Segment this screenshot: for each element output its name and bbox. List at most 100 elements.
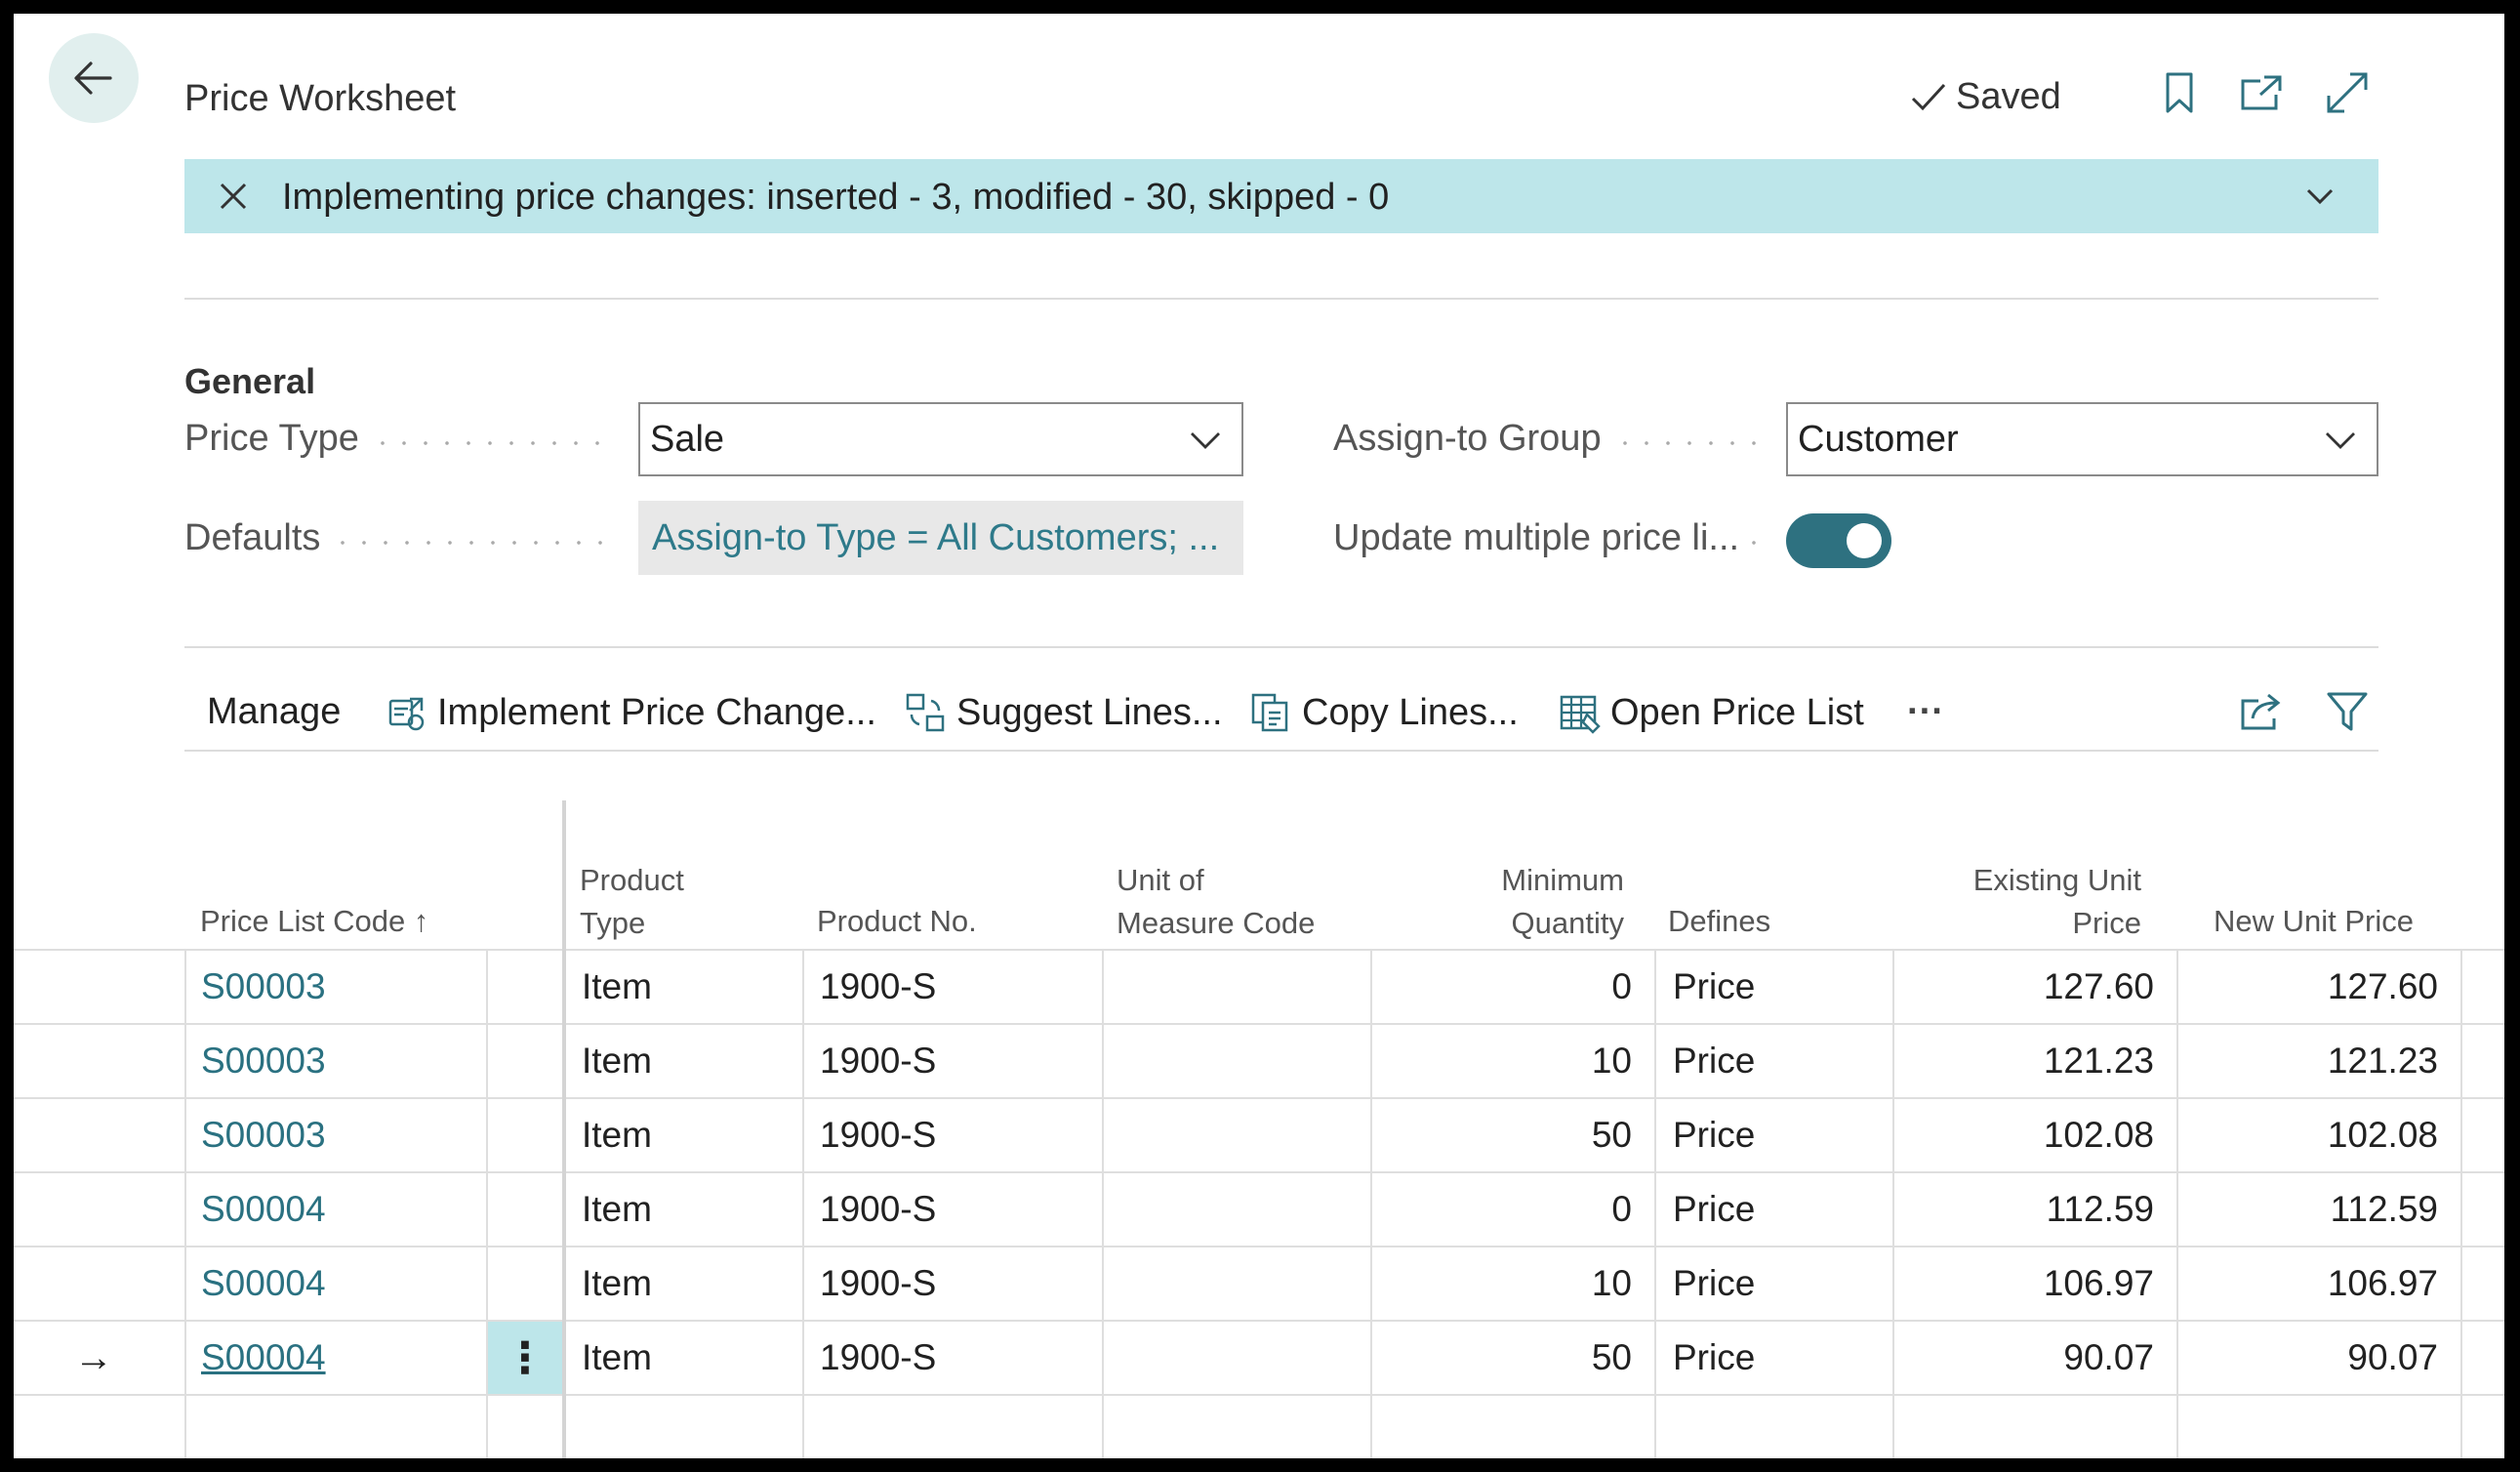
cell-existing-unit-price[interactable]: 90.07 (1902, 1322, 2154, 1394)
cell-existing-unit-price[interactable]: 112.59 (1902, 1173, 2154, 1246)
assign-to-group-value: Customer (1798, 418, 1959, 460)
row-actions-menu-button[interactable]: ⋮ (488, 1322, 562, 1394)
divider (184, 298, 2378, 300)
cell-minimum-quantity[interactable]: 0 (1380, 951, 1632, 1023)
cell-unit-of-measure[interactable] (1117, 1173, 1361, 1246)
cell-price-list-code[interactable]: S00004 (201, 1173, 474, 1246)
cell-existing-unit-price[interactable]: 127.60 (1902, 951, 2154, 1023)
cell-unit-of-measure[interactable] (1117, 1025, 1361, 1097)
cell-defines[interactable]: Price (1673, 1099, 1888, 1171)
cell-price-list-code[interactable]: S00003 (201, 951, 474, 1023)
col-header-product-type[interactable]: Product Type (580, 859, 684, 945)
grid-line (1892, 949, 1894, 1458)
cell-product-no[interactable]: 1900-S (820, 1099, 1093, 1171)
table-row[interactable]: S00004 Item 1900-S 10 Price 106.97 106.97 (14, 1247, 2504, 1322)
cell-minimum-quantity[interactable]: 50 (1380, 1322, 1632, 1394)
col-label: Type (580, 906, 646, 940)
back-arrow-icon (74, 61, 112, 95)
table-row[interactable]: S00003 Item 1900-S 10 Price 121.23 121.23 (14, 1025, 2504, 1099)
cell-minimum-quantity[interactable]: 50 (1380, 1099, 1632, 1171)
implement-price-change-icon (388, 697, 425, 731)
table-row-empty[interactable] (14, 1396, 2504, 1458)
cell-new-unit-price[interactable]: 127.60 (2186, 951, 2438, 1023)
cell-new-unit-price[interactable]: 112.59 (2186, 1173, 2438, 1246)
cell-product-type[interactable]: Item (582, 1099, 796, 1171)
cell-new-unit-price[interactable]: 90.07 (2186, 1322, 2438, 1394)
bookmark-button[interactable] (2155, 68, 2204, 117)
cell-unit-of-measure[interactable] (1117, 1247, 1361, 1320)
dot-leader (372, 441, 616, 445)
cell-defines[interactable]: Price (1673, 1173, 1888, 1246)
open-new-window-button[interactable] (2237, 68, 2286, 117)
cell-existing-unit-price[interactable]: 102.08 (1902, 1099, 2154, 1171)
cell-price-list-code[interactable]: S00004 (201, 1322, 474, 1394)
cell-product-type[interactable]: Item (582, 1173, 796, 1246)
table-row[interactable]: → ⋮ S00004 Item 1900-S 50 Price 90.07 90.07 (14, 1322, 2504, 1396)
frozen-column-divider (562, 800, 566, 1458)
cell-new-unit-price[interactable]: 121.23 (2186, 1025, 2438, 1097)
table-row[interactable]: S00003 Item 1900-S 50 Price 102.08 102.08 (14, 1099, 2504, 1173)
cell-minimum-quantity[interactable]: 0 (1380, 1173, 1632, 1246)
cell-unit-of-measure[interactable] (1117, 951, 1361, 1023)
share-button[interactable] (2237, 687, 2286, 736)
table-row[interactable]: S00004 Item 1900-S 0 Price 112.59 112.59 (14, 1173, 2504, 1247)
grid-line (2176, 949, 2178, 1458)
cell-product-type[interactable]: Item (582, 1247, 796, 1320)
price-list-icon (1560, 695, 1601, 734)
col-label: Existing Unit (1972, 863, 2141, 897)
back-button[interactable] (49, 33, 139, 123)
suggest-lines-button[interactable]: Suggest Lines... (904, 691, 1223, 734)
grid-line (802, 949, 804, 1458)
cell-product-no[interactable]: 1900-S (820, 1247, 1093, 1320)
share-icon (2241, 693, 2281, 730)
cell-price-list-code[interactable]: S00003 (201, 1025, 474, 1097)
cell-minimum-quantity[interactable]: 10 (1380, 1247, 1632, 1320)
cell-new-unit-price[interactable]: 106.97 (2186, 1247, 2438, 1320)
cell-product-type[interactable]: Item (582, 1025, 796, 1097)
cell-product-no[interactable]: 1900-S (820, 1025, 1093, 1097)
open-price-list-button[interactable]: Open Price List (1558, 691, 1864, 734)
cell-existing-unit-price[interactable]: 121.23 (1902, 1025, 2154, 1097)
cell-defines[interactable]: Price (1673, 951, 1888, 1023)
col-header-new-unit-price[interactable]: New Unit Price (2214, 900, 2414, 943)
more-actions-button[interactable]: ··· (1907, 691, 1944, 733)
col-header-minimum-quantity[interactable]: Minimum Quantity (1429, 859, 1624, 945)
grid-line (1654, 949, 1656, 1458)
price-type-select[interactable]: Sale (638, 402, 1243, 476)
expand-button[interactable] (2323, 68, 2372, 117)
assign-to-group-select[interactable]: Customer (1786, 402, 2378, 476)
cell-price-list-code[interactable]: S00004 (201, 1247, 474, 1320)
notification-expand-button[interactable] (2300, 177, 2339, 216)
defaults-value[interactable]: Assign-to Type = All Customers; ... (638, 501, 1243, 575)
cell-product-no[interactable]: 1900-S (820, 951, 1093, 1023)
suggest-lines-label: Suggest Lines... (956, 691, 1223, 733)
col-header-defines[interactable]: Defines (1668, 900, 1770, 943)
col-header-product-no[interactable]: Product No. (817, 900, 977, 943)
manage-menu[interactable]: Manage (207, 691, 341, 733)
col-header-existing-unit-price[interactable]: Existing Unit Price (1907, 859, 2141, 945)
cell-defines[interactable]: Price (1673, 1247, 1888, 1320)
cell-unit-of-measure[interactable] (1117, 1322, 1361, 1394)
cell-product-type[interactable]: Item (582, 951, 796, 1023)
cell-product-type[interactable]: Item (582, 1322, 796, 1394)
cell-defines[interactable]: Price (1673, 1322, 1888, 1394)
cell-minimum-quantity[interactable]: 10 (1380, 1025, 1632, 1097)
cell-new-unit-price[interactable]: 102.08 (2186, 1099, 2438, 1171)
cell-defines[interactable]: Price (1673, 1025, 1888, 1097)
copy-lines-button[interactable]: Copy Lines... (1249, 691, 1519, 734)
cell-product-no[interactable]: 1900-S (820, 1322, 1093, 1394)
cell-existing-unit-price[interactable]: 106.97 (1902, 1247, 2154, 1320)
col-header-unit-of-measure[interactable]: Unit of Measure Code (1117, 859, 1315, 945)
cell-product-no[interactable]: 1900-S (820, 1173, 1093, 1246)
notification-close-button[interactable] (214, 177, 253, 216)
filter-button[interactable] (2323, 687, 2372, 736)
col-header-price-list-code[interactable]: Price List Code ↑ (200, 900, 428, 943)
cell-unit-of-measure[interactable] (1117, 1099, 1361, 1171)
table-row[interactable]: S00003 Item 1900-S 0 Price 127.60 127.60 (14, 951, 2504, 1025)
update-multiple-toggle[interactable] (1786, 513, 1891, 568)
implement-price-change-button[interactable]: Implement Price Change... (385, 691, 876, 734)
chevron-down-icon (2326, 432, 2355, 449)
defaults-label: Defaults (184, 517, 321, 558)
implement-price-change-label: Implement Price Change... (437, 691, 876, 733)
cell-price-list-code[interactable]: S00003 (201, 1099, 474, 1171)
